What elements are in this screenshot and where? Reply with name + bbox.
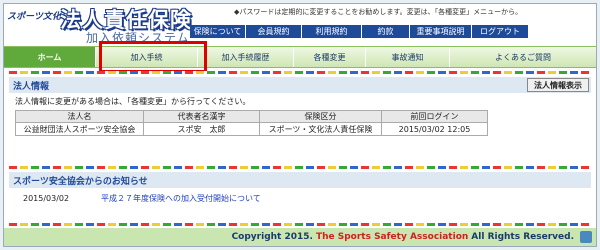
toplink-policy[interactable]: 約款: [362, 25, 410, 38]
col-corp-name: 法人名: [15, 110, 144, 123]
logo-small: スポーツ文化: [7, 12, 61, 22]
footer-suffix: All Rights Reserved.: [471, 232, 574, 242]
main-nav: ホーム 加入手続 加入手続履歴 各種変更 事故通知 よくあるご質問: [4, 46, 596, 68]
cell-insurance-type: スポーツ・文化法人責任保険: [259, 122, 382, 136]
nav-enrollment-history[interactable]: 加入手続履歴: [198, 47, 294, 67]
news-date: 2015/03/02: [23, 194, 70, 203]
nav-accident-report[interactable]: 事故通知: [366, 47, 450, 67]
corp-info-message: 法人情報に変更がある場合は、「各種変更」から行ってください。: [15, 97, 251, 106]
col-representative: 代表者名漢字: [143, 110, 260, 123]
top-links: 保険について 会員規約 利用規約 約款 重要事項説明 ログアウト: [190, 25, 528, 38]
footer-prefix: Copyright 2015.: [231, 232, 313, 242]
divider-stripe: [9, 166, 591, 169]
cell-corp-name: 公益財団法人スポーツ安全協会: [15, 122, 144, 136]
app-frame: スポーツ文化 法人責任保険 加入依頼システム ◆パスワードは定期的に変更すること…: [3, 3, 597, 247]
col-insurance-type: 保険区分: [259, 110, 382, 123]
corp-info-panel: 法人情報 法人情報表示 法人情報に変更がある場合は、「各種変更」から行ってくださ…: [9, 77, 591, 136]
toplink-important-info[interactable]: 重要事項説明: [410, 25, 472, 38]
nav-faq[interactable]: よくあるご質問: [450, 47, 596, 67]
cell-last-login: 2015/03/02 12:05: [381, 122, 488, 136]
toplink-terms-of-use[interactable]: 利用規約: [302, 25, 362, 38]
nav-changes[interactable]: 各種変更: [294, 47, 366, 67]
list-item: 2015/03/02 平成２７年度保険への加入受付開始について: [9, 188, 591, 204]
corp-info-title: 法人情報 法人情報表示: [9, 77, 591, 93]
toplink-member-terms[interactable]: 会員規約: [246, 25, 302, 38]
col-last-login: 前回ログイン: [381, 110, 488, 123]
toplink-insurance[interactable]: 保険について: [190, 25, 246, 38]
highlight-box: [99, 41, 207, 73]
nav-home[interactable]: ホーム: [4, 47, 96, 67]
divider-stripe: [9, 71, 591, 74]
logout-link[interactable]: ログアウト: [472, 25, 528, 38]
news-title: スポーツ安全協会からのお知らせ: [9, 172, 591, 188]
corp-info-title-text: 法人情報: [13, 81, 50, 92]
news-link[interactable]: 平成２７年度保険への加入受付開始について: [101, 193, 261, 204]
footer-org: The Sports Safety Association: [315, 232, 469, 242]
table-row: 公益財団法人スポーツ安全協会 スポ安 太郎 スポーツ・文化法人責任保険 2015…: [15, 122, 488, 136]
password-notice: ◆パスワードは定期的に変更することをお勧めします。変更は、「各種変更」メニューか…: [234, 8, 523, 16]
show-corp-info-button[interactable]: 法人情報表示: [527, 78, 589, 92]
header: スポーツ文化 法人責任保険 加入依頼システム ◆パスワードは定期的に変更すること…: [4, 4, 596, 46]
news-panel: スポーツ安全協会からのお知らせ 2015/03/02 平成２７年度保険への加入受…: [9, 172, 591, 204]
cell-representative: スポ安 太郎: [143, 122, 260, 136]
page-top-icon[interactable]: [580, 231, 592, 243]
table-header-row: 法人名 代表者名漢字 保険区分 前回ログイン: [15, 110, 488, 123]
corp-info-table: 法人名 代表者名漢字 保険区分 前回ログイン 公益財団法人スポーツ安全協会 スポ…: [15, 110, 488, 136]
divider-stripe: [9, 223, 591, 226]
footer: Copyright 2015. The Sports Safety Associ…: [4, 228, 596, 246]
